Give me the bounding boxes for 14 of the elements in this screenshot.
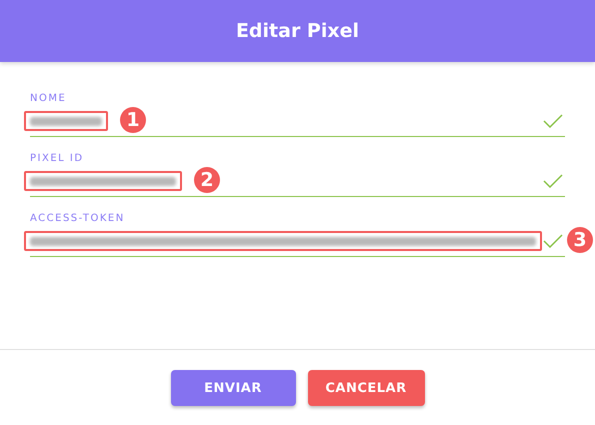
field-label: NOME bbox=[30, 93, 68, 104]
input-field[interactable]: 1 bbox=[30, 106, 565, 137]
check-icon bbox=[543, 234, 563, 248]
annotation-number: 2 bbox=[194, 167, 220, 193]
dialog-title: Editar Pixel bbox=[236, 20, 360, 42]
input-field[interactable]: 2 bbox=[30, 166, 565, 197]
field-label: ACCESS-TOKEN bbox=[30, 213, 126, 224]
check-icon bbox=[543, 114, 563, 128]
check-icon bbox=[543, 174, 563, 188]
annotation-number: 1 bbox=[120, 107, 146, 133]
field-label: PIXEL ID bbox=[30, 153, 85, 164]
dialog-button[interactable]: CANCELAR bbox=[308, 370, 424, 406]
annotation-number: 3 bbox=[567, 227, 593, 253]
dialog-button[interactable]: ENVIAR bbox=[170, 370, 296, 406]
